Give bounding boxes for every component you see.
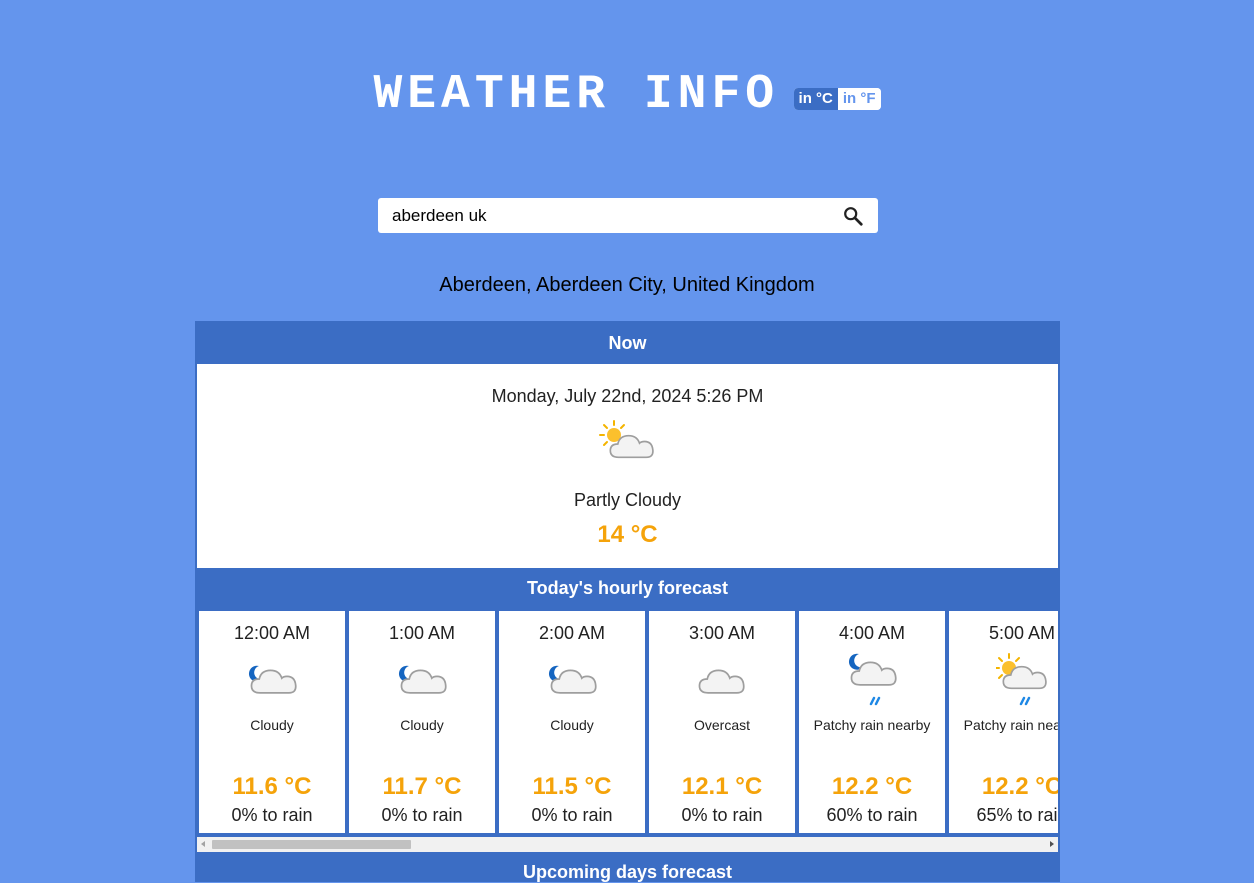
hour-rain-chance: 0% to rain bbox=[531, 805, 613, 825]
patchy-rain-day-icon bbox=[996, 653, 1047, 706]
scrollbar-thumb[interactable] bbox=[212, 840, 411, 849]
now-temperature: 14 °C bbox=[597, 521, 658, 548]
hour-rain-chance: 60% to rain bbox=[826, 805, 918, 825]
hour-temperature: 11.5 °C bbox=[532, 773, 612, 800]
hour-condition: Cloudy bbox=[400, 717, 444, 733]
hour-condition: Overcast bbox=[693, 717, 750, 733]
hour-card: 5:00 AM Patchy rain nearby 12.2 °C 65% t… bbox=[949, 611, 1058, 833]
hour-rain-chance: 0% to rain bbox=[381, 805, 463, 825]
now-condition: Partly Cloudy bbox=[573, 490, 682, 510]
cloudy-night-icon bbox=[548, 665, 597, 694]
hour-temperature: 12.2 °C bbox=[981, 773, 1058, 800]
cloudy-night-icon bbox=[398, 665, 447, 694]
celsius-button[interactable]: in °C bbox=[793, 88, 838, 110]
scroll-left-arrow-icon[interactable] bbox=[201, 841, 205, 847]
patchy-rain-night-icon bbox=[848, 653, 897, 706]
hour-rain-chance: 0% to rain bbox=[231, 805, 313, 825]
now-datetime: Monday, July 22nd, 2024 5:26 PM bbox=[491, 386, 764, 406]
upcoming-section-title: Upcoming days forecast bbox=[522, 862, 733, 882]
hour-rain-chance: 0% to rain bbox=[681, 805, 763, 825]
hour-temperature: 12.2 °C bbox=[831, 773, 913, 800]
hour-condition: Cloudy bbox=[250, 717, 294, 733]
hour-time: 2:00 AM bbox=[538, 623, 606, 643]
hour-time: 4:00 AM bbox=[838, 623, 906, 643]
hour-rain-chance: 65% to rain bbox=[976, 805, 1058, 825]
hour-card: 1:00 AM Cloudy 11.7 °C 0% to rain bbox=[349, 611, 495, 833]
fahrenheit-button[interactable]: in °F bbox=[837, 88, 881, 110]
partly-cloudy-day-icon bbox=[599, 420, 654, 459]
scroll-right-arrow-icon[interactable] bbox=[1050, 841, 1054, 847]
app-title: WEATHER INFO bbox=[373, 68, 780, 122]
hour-card: 12:00 AM Cloudy 11.6 °C 0% to rain bbox=[199, 611, 345, 833]
hourly-forecast-list[interactable]: 12:00 AM Cloudy 11.6 °C 0% to rain 1:00 … bbox=[197, 609, 1058, 835]
hour-time: 5:00 AM bbox=[988, 623, 1056, 643]
search-input[interactable] bbox=[378, 198, 828, 233]
hour-card: 2:00 AM Cloudy 11.5 °C 0% to rain bbox=[499, 611, 645, 833]
search-icon[interactable] bbox=[842, 205, 864, 227]
hourly-section-title: Today's hourly forecast bbox=[527, 578, 728, 598]
cloudy-night-icon bbox=[248, 665, 297, 694]
hour-condition: Patchy rain nearby bbox=[813, 717, 931, 733]
now-card: Monday, July 22nd, 2024 5:26 PM Partly C… bbox=[197, 364, 1058, 568]
location-name: Aberdeen, Aberdeen City, United Kingdom bbox=[439, 274, 815, 296]
hour-condition: Patchy rain nearby bbox=[963, 717, 1058, 733]
overcast-icon bbox=[698, 669, 745, 694]
hour-temperature: 11.7 °C bbox=[382, 773, 462, 800]
hour-time: 3:00 AM bbox=[688, 623, 756, 643]
hour-time: 1:00 AM bbox=[388, 623, 456, 643]
hour-temperature: 11.6 °C bbox=[232, 773, 312, 800]
hour-card: 3:00 AM Overcast 12.1 °C 0% to rain bbox=[649, 611, 795, 833]
hourly-scrollbar[interactable] bbox=[197, 837, 1058, 852]
app-header: WEATHER INFO in °C in °F bbox=[0, 66, 1254, 124]
hour-temperature: 12.1 °C bbox=[681, 773, 763, 800]
now-section-title: Now bbox=[608, 333, 647, 353]
hour-condition: Cloudy bbox=[550, 717, 594, 733]
forecast-panel: Now Monday, July 22nd, 2024 5:26 PM Part… bbox=[195, 321, 1060, 882]
search-bar bbox=[378, 198, 878, 233]
hour-card: 4:00 AM Patchy rain nearby 12.2 °C 60% t… bbox=[799, 611, 945, 833]
hour-time: 12:00 AM bbox=[233, 623, 311, 643]
unit-toggle: in °C in °F bbox=[793, 88, 881, 110]
